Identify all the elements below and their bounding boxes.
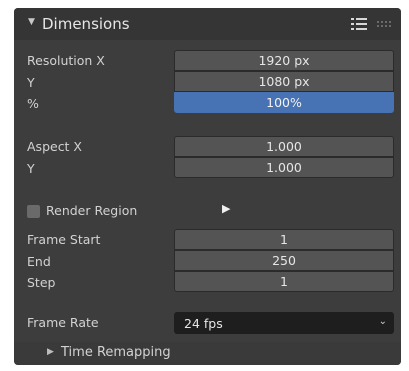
aspect-x-field[interactable]: 1.000: [174, 136, 394, 157]
resolution-y-field[interactable]: 1080 px: [174, 71, 394, 92]
drag-grip-icon[interactable]: [377, 21, 391, 27]
frame-rate-value: 24 fps: [184, 315, 223, 331]
list-icon[interactable]: [351, 18, 367, 30]
resolution-x-field[interactable]: 1920 px: [174, 50, 394, 71]
frame-step-label: Step: [27, 275, 56, 290]
panel-header[interactable]: ▼ Dimensions: [14, 8, 401, 40]
aspect-y-label: Y: [27, 161, 35, 176]
frame-start-field[interactable]: 1: [174, 229, 394, 250]
aspect-x-label: Aspect X: [27, 139, 82, 154]
resolution-x-label: Resolution X: [27, 53, 105, 68]
dimensions-panel: ▼ Dimensions Resolution X 1920 px Y 1080…: [14, 8, 401, 365]
resolution-percent-field[interactable]: 100%: [174, 92, 394, 113]
expand-triangle-icon[interactable]: ▶: [47, 347, 54, 357]
resolution-percent-label: %: [27, 96, 39, 111]
time-remapping-subpanel[interactable]: ▶ Time Remapping: [14, 342, 401, 365]
frame-end-label: End: [27, 254, 51, 269]
chevron-down-icon: ⌄: [378, 316, 387, 327]
time-remapping-label: Time Remapping: [61, 345, 171, 360]
frame-start-label: Frame Start: [27, 232, 101, 247]
triangle-right-icon: ▶: [222, 202, 231, 215]
collapse-triangle-icon[interactable]: ▼: [28, 17, 35, 27]
aspect-y-field[interactable]: 1.000: [174, 157, 394, 178]
frame-end-field[interactable]: 250: [174, 250, 394, 271]
resolution-y-label: Y: [27, 75, 35, 90]
frame-rate-dropdown[interactable]: 24 fps ⌄: [174, 312, 394, 334]
panel-title: Dimensions: [42, 15, 130, 33]
render-region-label[interactable]: Render Region: [46, 203, 137, 218]
frame-step-field[interactable]: 1: [174, 271, 394, 292]
frame-rate-label: Frame Rate: [27, 315, 99, 330]
render-region-checkbox[interactable]: [27, 205, 40, 218]
